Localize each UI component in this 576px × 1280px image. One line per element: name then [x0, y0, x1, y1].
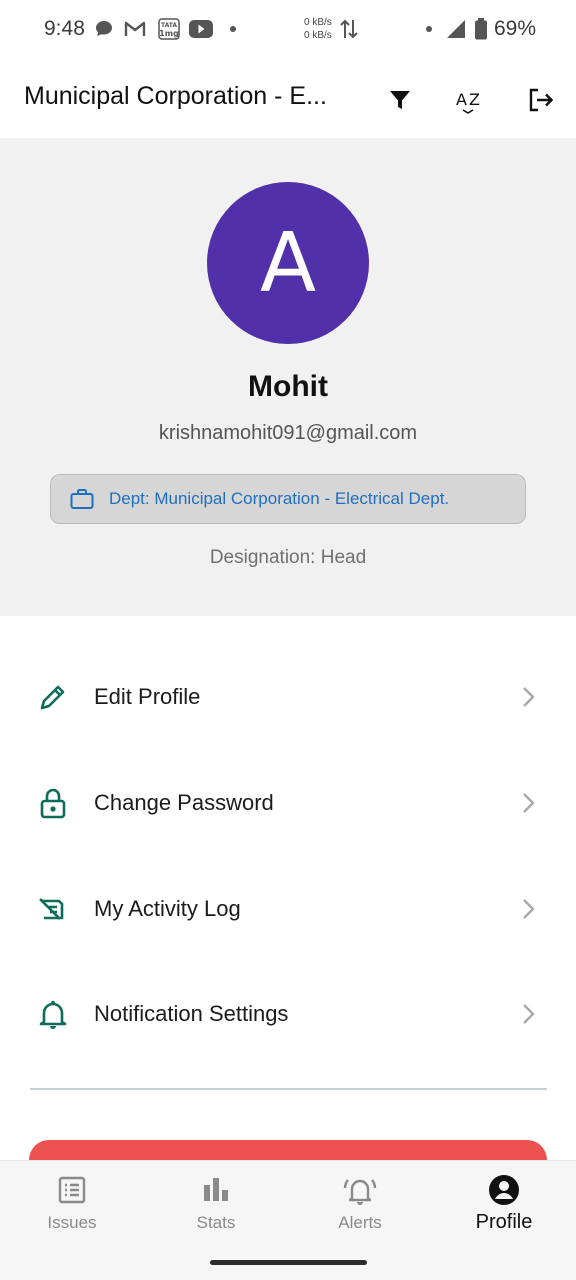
activity-log-icon [36, 892, 70, 926]
department-text: Dept: Municipal Corporation - Electrical… [109, 489, 450, 508]
signal-icon [446, 18, 466, 40]
nav-alerts[interactable]: Alerts [288, 1161, 432, 1251]
bar-chart-icon [199, 1173, 233, 1207]
designation-text: Designation: Head [209, 547, 367, 568]
alarm-icon [343, 1173, 377, 1207]
nav-profile[interactable]: Profile [432, 1161, 576, 1251]
avatar: A [207, 182, 369, 344]
chat-icon [94, 18, 114, 40]
svg-text:TATA: TATA [161, 22, 177, 29]
youtube-icon [189, 18, 213, 40]
menu-activity-log[interactable]: My Activity Log [0, 859, 576, 959]
filter-icon [390, 91, 410, 109]
status-time: 9:48 [44, 17, 85, 40]
pencil-icon [36, 680, 70, 714]
app-bar: Municipal Corporation - E... A Z [0, 60, 576, 138]
battery-percent: 69% [494, 17, 537, 40]
menu-label: Notification Settings [94, 1001, 289, 1026]
data-arrows-icon [340, 18, 358, 45]
status-dot [426, 26, 432, 32]
svg-text:A: A [456, 90, 467, 109]
chevron-right-icon [518, 684, 538, 710]
menu-label: My Activity Log [94, 896, 241, 921]
profile-email: krishnamohit091@gmail.com [158, 422, 418, 444]
logout-icon [529, 88, 553, 112]
list-icon [55, 1173, 89, 1207]
menu-notification-settings[interactable]: Notification Settings [0, 964, 576, 1064]
home-indicator[interactable] [210, 1260, 367, 1265]
sort-az-button[interactable]: A Z [450, 80, 490, 120]
net-speed: 0 kB/s 0 kB/s [304, 17, 332, 41]
page-title: Municipal Corporation - E... [24, 82, 327, 110]
chevron-right-icon [518, 790, 538, 816]
battery-icon [474, 18, 488, 40]
chevron-right-icon [518, 896, 538, 922]
divider [30, 1088, 547, 1090]
nav-label: Issues [47, 1213, 97, 1232]
bell-icon [36, 997, 70, 1031]
menu-label: Change Password [94, 790, 274, 815]
sort-az-icon: A Z [456, 90, 480, 114]
menu-edit-profile[interactable]: Edit Profile [0, 647, 576, 747]
logout-button[interactable] [520, 80, 560, 120]
menu-change-password[interactable]: Change Password [0, 753, 576, 853]
nav-issues[interactable]: Issues [0, 1161, 144, 1251]
account-circle-icon [487, 1173, 521, 1207]
nav-stats[interactable]: Stats [144, 1161, 288, 1251]
department-chip: Dept: Municipal Corporation - Electrical… [50, 474, 526, 524]
filter-button[interactable] [380, 80, 420, 120]
lock-icon [36, 786, 70, 820]
menu-label: Edit Profile [94, 684, 201, 709]
profile-header: A Mohit krishnamohit091@gmail.com Dept: … [0, 138, 576, 616]
status-bar: 9:48 TATA 1mg 0 kB/s 0 kB/s 69% [0, 0, 576, 60]
profile-name: Mohit [248, 370, 328, 403]
status-dot [230, 26, 236, 32]
briefcase-icon [69, 486, 95, 512]
nav-label: Stats [196, 1213, 236, 1232]
nav-label: Profile [475, 1211, 533, 1233]
nav-label: Alerts [338, 1213, 382, 1232]
svg-text:1mg: 1mg [159, 29, 179, 38]
gmail-icon [124, 18, 146, 40]
chevron-right-icon [518, 1001, 538, 1027]
tata-1mg-icon: TATA 1mg [158, 18, 180, 40]
svg-text:Z: Z [469, 90, 480, 109]
avatar-letter: A [259, 215, 317, 311]
